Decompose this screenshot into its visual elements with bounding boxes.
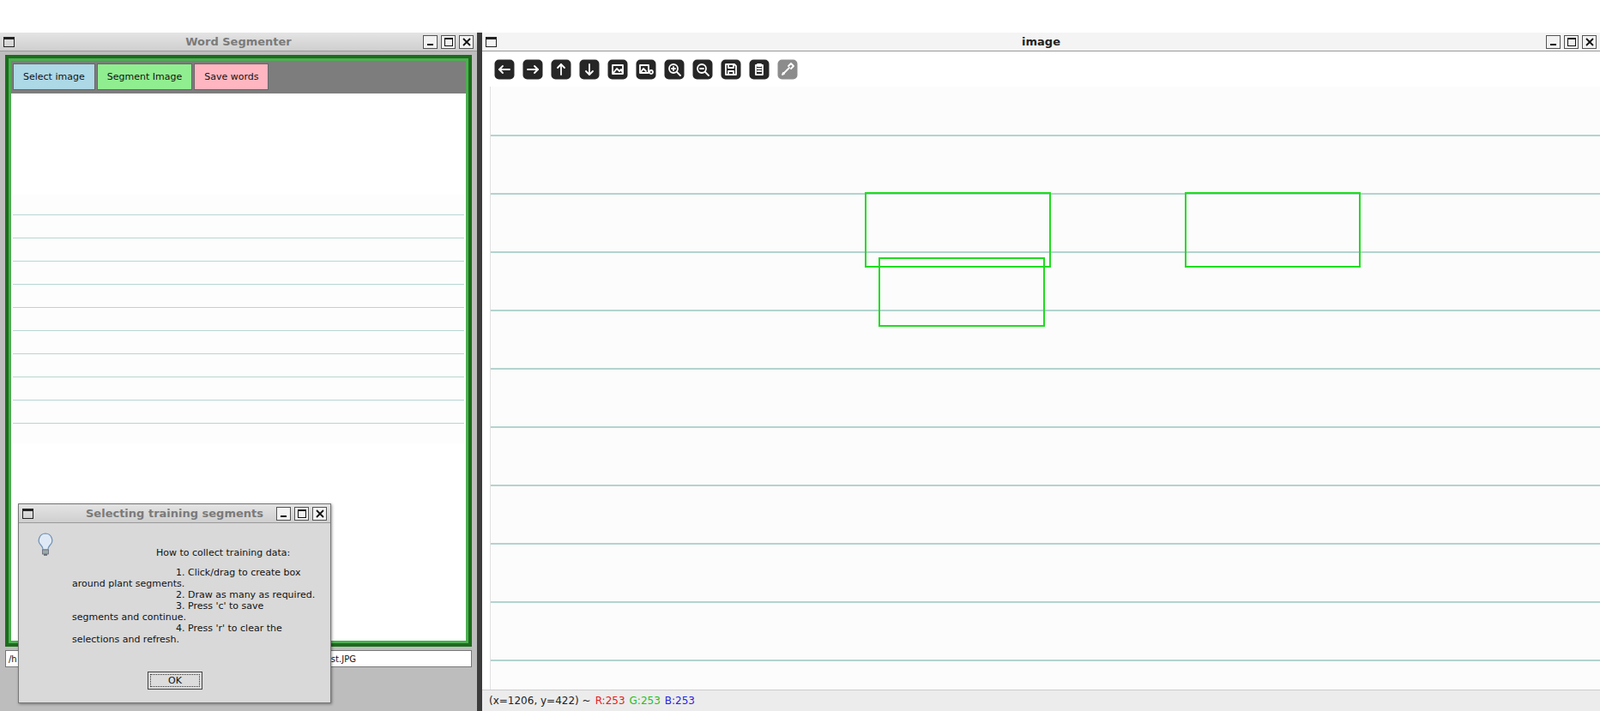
title-bar[interactable]: Word Segmenter xyxy=(0,32,477,52)
selection-box[interactable] xyxy=(878,257,1045,327)
close-icon[interactable] xyxy=(458,35,474,49)
image-canvas[interactable] xyxy=(489,86,1600,690)
toolbar-icon[interactable] xyxy=(664,59,685,80)
minimize-icon[interactable] xyxy=(276,507,291,521)
toolbar xyxy=(482,51,1600,87)
maximize-icon[interactable] xyxy=(1563,35,1579,49)
action-button[interactable]: Segment Image xyxy=(96,63,193,91)
cursor-position: (x=1206, y=422) ~ xyxy=(489,694,592,707)
status-bar: (x=1206, y=422) ~R:253G:253B:253 xyxy=(482,689,1600,711)
toolbar-icon[interactable] xyxy=(494,59,515,80)
top-strip xyxy=(0,0,1600,33)
title-bar[interactable]: Selecting training segments xyxy=(18,504,331,524)
image-window: image (x=1206, y=422) ~R:253G:253B:253 xyxy=(482,32,1600,711)
window-menu-icon[interactable] xyxy=(22,508,34,520)
document-image xyxy=(490,86,1600,690)
maximize-icon[interactable] xyxy=(294,507,309,521)
close-icon[interactable] xyxy=(1581,35,1597,49)
selection-box[interactable] xyxy=(1184,192,1361,268)
window-title: image xyxy=(482,35,1600,49)
info-dialog: Selecting training segmentsHow to collec… xyxy=(18,503,332,704)
toolbar-icon[interactable] xyxy=(720,59,742,80)
desktop: Word SegmenterSelect imageSegment ImageS… xyxy=(0,0,1600,711)
path-start: /h xyxy=(8,654,18,665)
toolbar-icon[interactable] xyxy=(522,59,544,80)
window-menu-icon[interactable] xyxy=(485,36,497,48)
minimize-icon[interactable] xyxy=(1545,35,1561,49)
maximize-icon[interactable] xyxy=(440,35,456,49)
pixel-value: G:253 xyxy=(629,694,661,707)
toolbar-icon xyxy=(777,59,798,80)
toolbar-icon[interactable] xyxy=(579,59,600,80)
title-bar[interactable]: image xyxy=(482,32,1600,52)
dialog-message: How to collect training data:1. Click/dr… xyxy=(18,523,331,646)
toolbar-icon[interactable] xyxy=(607,59,628,80)
button-bar: Select imageSegment ImageSave words xyxy=(11,60,466,94)
toolbar-icon[interactable] xyxy=(550,59,572,80)
preview-image xyxy=(12,194,465,444)
window-menu-icon[interactable] xyxy=(3,36,15,48)
action-button[interactable]: Save words xyxy=(193,63,269,91)
toolbar-icon[interactable] xyxy=(635,59,657,80)
ok-button[interactable]: OK xyxy=(147,671,203,690)
toolbar-icon[interactable] xyxy=(748,59,770,80)
lightbulb-icon xyxy=(36,531,55,558)
pixel-value: B:253 xyxy=(664,694,695,707)
selection-box[interactable] xyxy=(864,192,1051,268)
pixel-value: R:253 xyxy=(595,694,626,707)
toolbar-icon[interactable] xyxy=(692,59,713,80)
close-icon[interactable] xyxy=(312,507,327,521)
window-title: Word Segmenter xyxy=(0,35,477,49)
minimize-icon[interactable] xyxy=(422,35,438,49)
action-button[interactable]: Select image xyxy=(12,63,96,91)
